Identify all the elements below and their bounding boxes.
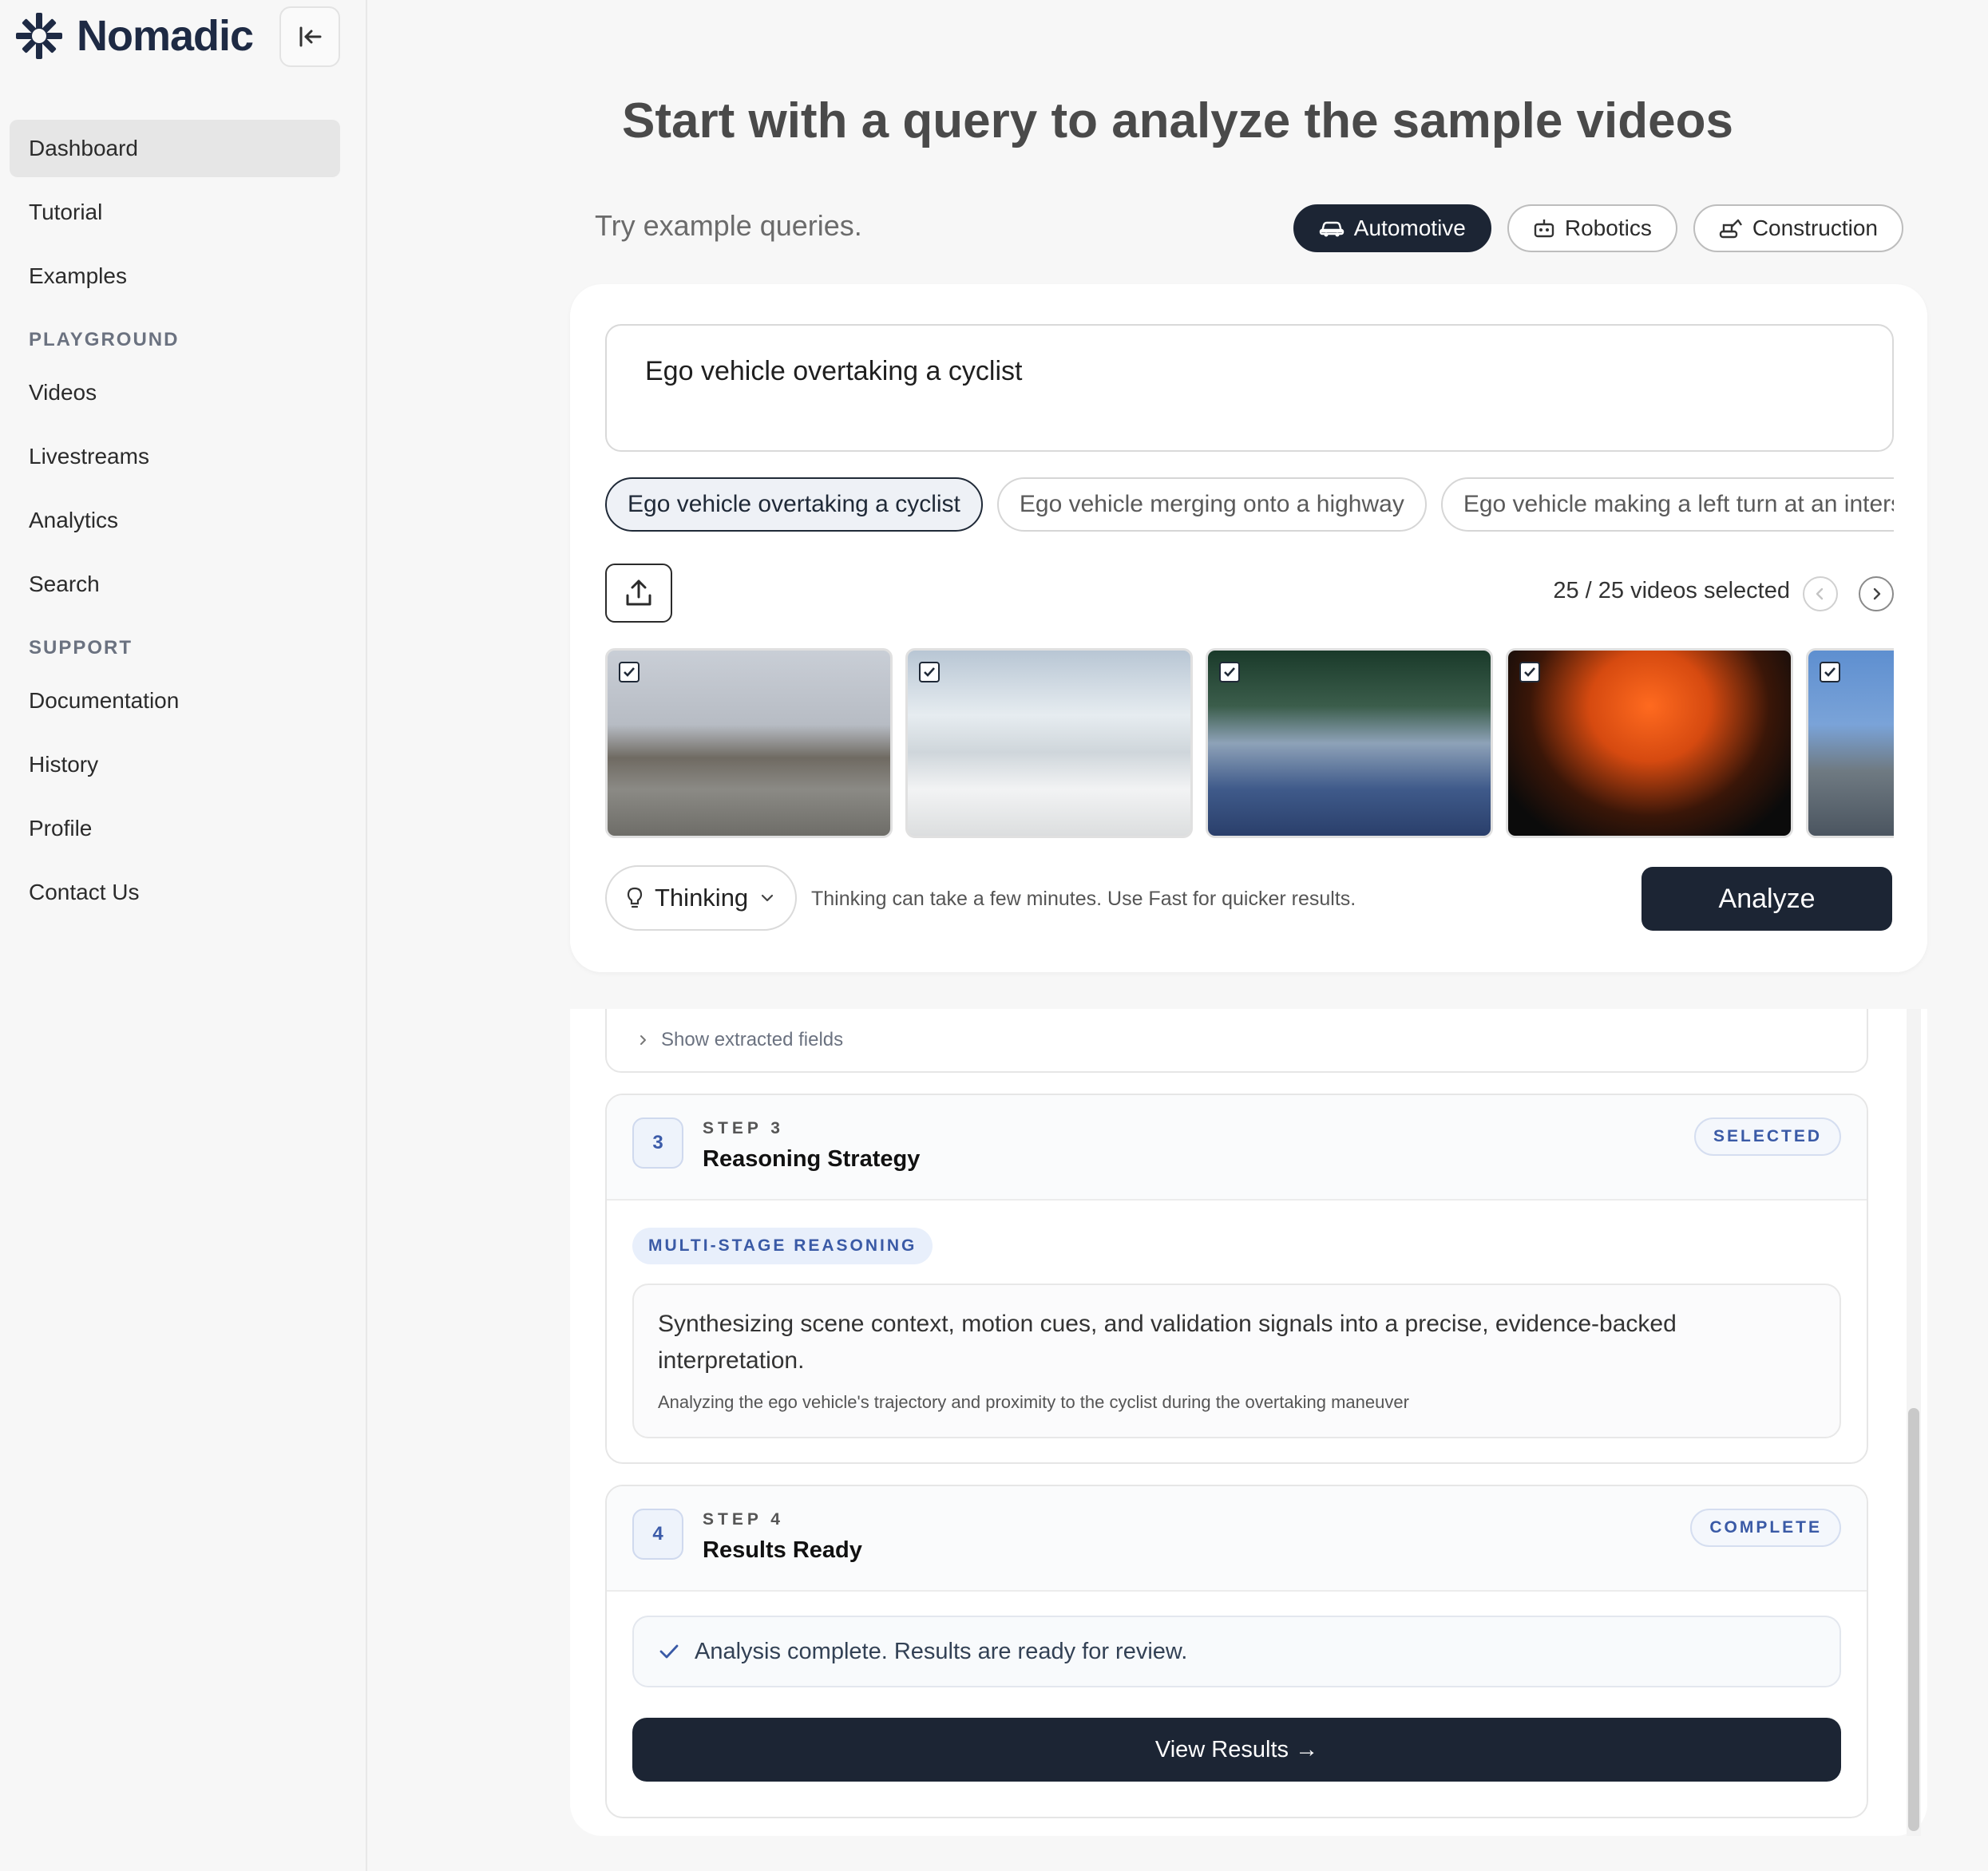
- query-input[interactable]: Ego vehicle overtaking a cyclist: [605, 324, 1894, 452]
- example-chip[interactable]: Ego vehicle overtaking a cyclist: [605, 477, 983, 532]
- lightbulb-icon: [627, 887, 643, 908]
- checkbox-checked-icon[interactable]: [1219, 662, 1240, 682]
- video-thumbnail[interactable]: [1506, 648, 1793, 838]
- playground-heading: PLAYGROUND: [29, 329, 180, 350]
- support-heading: SUPPORT: [29, 637, 133, 659]
- robot-icon: [1534, 220, 1554, 238]
- mode-note: Thinking can take a few minutes. Use Fas…: [811, 888, 1356, 910]
- sidebar-item-dashboard[interactable]: Dashboard: [10, 120, 340, 177]
- videos-selected-count: 25 / 25 videos selected: [1553, 578, 1790, 603]
- example-queries-label: Try example queries.: [595, 209, 862, 242]
- completion-message: Analysis complete. Results are ready for…: [632, 1616, 1841, 1687]
- video-thumbnail[interactable]: [1806, 648, 1894, 838]
- show-extracted-label: Show extracted fields: [661, 1029, 844, 1050]
- video-thumbnail[interactable]: [905, 648, 1193, 838]
- step-number: 3: [632, 1117, 683, 1169]
- page-title: Start with a query to analyze the sample…: [622, 93, 1733, 148]
- sidebar-item-videos[interactable]: Videos: [10, 364, 340, 421]
- step-number: 4: [632, 1509, 683, 1560]
- category-label: Construction: [1752, 216, 1878, 240]
- previous-videos-button[interactable]: [1803, 576, 1838, 611]
- step-kicker: STEP 3: [703, 1119, 784, 1137]
- analyze-button[interactable]: Analyze: [1641, 867, 1892, 931]
- view-results-button[interactable]: View Results →: [632, 1718, 1841, 1782]
- chevron-right-icon: [640, 1035, 646, 1045]
- chevron-right-icon: [1873, 587, 1881, 600]
- sidebar-item-history[interactable]: History: [10, 736, 340, 793]
- step-kicker: STEP 4: [703, 1510, 784, 1529]
- category-filters: Automotive Robotics Construction: [1293, 204, 1903, 252]
- status-badge: SELECTED: [1693, 1117, 1841, 1156]
- next-videos-button[interactable]: [1859, 576, 1894, 611]
- status-badge: COMPLETE: [1690, 1509, 1841, 1547]
- example-query-chips: Ego vehicle overtaking a cyclist Ego veh…: [605, 477, 1894, 533]
- reasoning-sub-text: Analyzing the ego vehicle's trajectory a…: [658, 1392, 1409, 1412]
- reasoning-tag: MULTI-STAGE REASONING: [632, 1228, 933, 1264]
- example-chip[interactable]: Ego vehicle making a left turn at an int…: [1440, 477, 1894, 532]
- scrollbar-thumb[interactable]: [1908, 1408, 1919, 1831]
- collapse-sidebar-button[interactable]: [279, 6, 340, 67]
- sidebar-item-profile[interactable]: Profile: [10, 800, 340, 857]
- step-body: MULTI-STAGE REASONING Synthesizing scene…: [607, 1201, 1867, 1462]
- category-robotics-button[interactable]: Robotics: [1507, 204, 1677, 252]
- chevron-down-icon: [762, 894, 774, 902]
- sidebar-item-tutorial[interactable]: Tutorial: [10, 184, 340, 241]
- category-automotive-button[interactable]: Automotive: [1293, 204, 1491, 252]
- reasoning-main-text: Synthesizing scene context, motion cues,…: [658, 1311, 1677, 1374]
- collapse-left-icon: [299, 26, 322, 47]
- brand[interactable]: Nomadic: [14, 11, 254, 61]
- video-thumbnail[interactable]: [605, 648, 893, 838]
- mode-select[interactable]: Thinking: [605, 865, 797, 931]
- category-label: Robotics: [1564, 216, 1652, 240]
- sidebar-item-examples[interactable]: Examples: [10, 247, 340, 305]
- checkbox-checked-icon[interactable]: [919, 662, 940, 682]
- brand-name: Nomadic: [77, 12, 254, 60]
- upload-icon: [626, 579, 651, 606]
- mode-label: Thinking: [655, 884, 749, 912]
- checkbox-checked-icon[interactable]: [1820, 662, 1840, 682]
- sidebar-item-documentation[interactable]: Documentation: [10, 672, 340, 730]
- reasoning-description: Synthesizing scene context, motion cues,…: [632, 1284, 1841, 1438]
- sidebar-item-analytics[interactable]: Analytics: [10, 492, 340, 549]
- video-thumbnails: [605, 648, 1894, 840]
- excavator-icon: [1719, 219, 1742, 239]
- step-body: Analysis complete. Results are ready for…: [607, 1592, 1867, 1817]
- query-card: Ego vehicle overtaking a cyclist Ego veh…: [570, 284, 1927, 972]
- step-header: 4 STEP 4 Results Ready COMPLETE: [607, 1486, 1867, 1592]
- show-extracted-fields-toggle[interactable]: Show extracted fields: [605, 1009, 1868, 1073]
- sidebar-item-livestreams[interactable]: Livestreams: [10, 428, 340, 485]
- example-chip[interactable]: Ego vehicle merging onto a highway: [996, 477, 1427, 532]
- category-construction-button[interactable]: Construction: [1693, 204, 1903, 252]
- checkbox-checked-icon[interactable]: [619, 662, 640, 682]
- check-icon: [659, 1644, 679, 1659]
- step-card-reasoning: 3 STEP 3 Reasoning Strategy SELECTED MUL…: [605, 1094, 1868, 1464]
- nomadic-logo-icon: [16, 13, 62, 59]
- sidebar-item-contact-us[interactable]: Contact Us: [10, 864, 340, 921]
- analysis-steps-panel: Show extracted fields 3 STEP 3 Reasoning…: [570, 1009, 1927, 1836]
- step-title: Reasoning Strategy: [703, 1146, 921, 1172]
- category-label: Automotive: [1353, 216, 1466, 240]
- step-card-results: 4 STEP 4 Results Ready COMPLETE Analysis…: [605, 1485, 1868, 1818]
- checkbox-checked-icon[interactable]: [1519, 662, 1540, 682]
- car-icon: [1319, 221, 1344, 237]
- completion-text: Analysis complete. Results are ready for…: [695, 1638, 1188, 1664]
- video-thumbnail[interactable]: [1206, 648, 1493, 838]
- step-title: Results Ready: [703, 1537, 862, 1563]
- chevron-left-icon: [1816, 587, 1824, 600]
- step-header: 3 STEP 3 Reasoning Strategy SELECTED: [607, 1095, 1867, 1201]
- sidebar-nav: Dashboard Tutorial Examples PLAYGROUND V…: [10, 120, 340, 928]
- sidebar-item-search[interactable]: Search: [10, 556, 340, 613]
- upload-button[interactable]: [605, 564, 672, 623]
- sidebar: Nomadic Dashboard Tutorial Examples PLAY…: [0, 0, 367, 1871]
